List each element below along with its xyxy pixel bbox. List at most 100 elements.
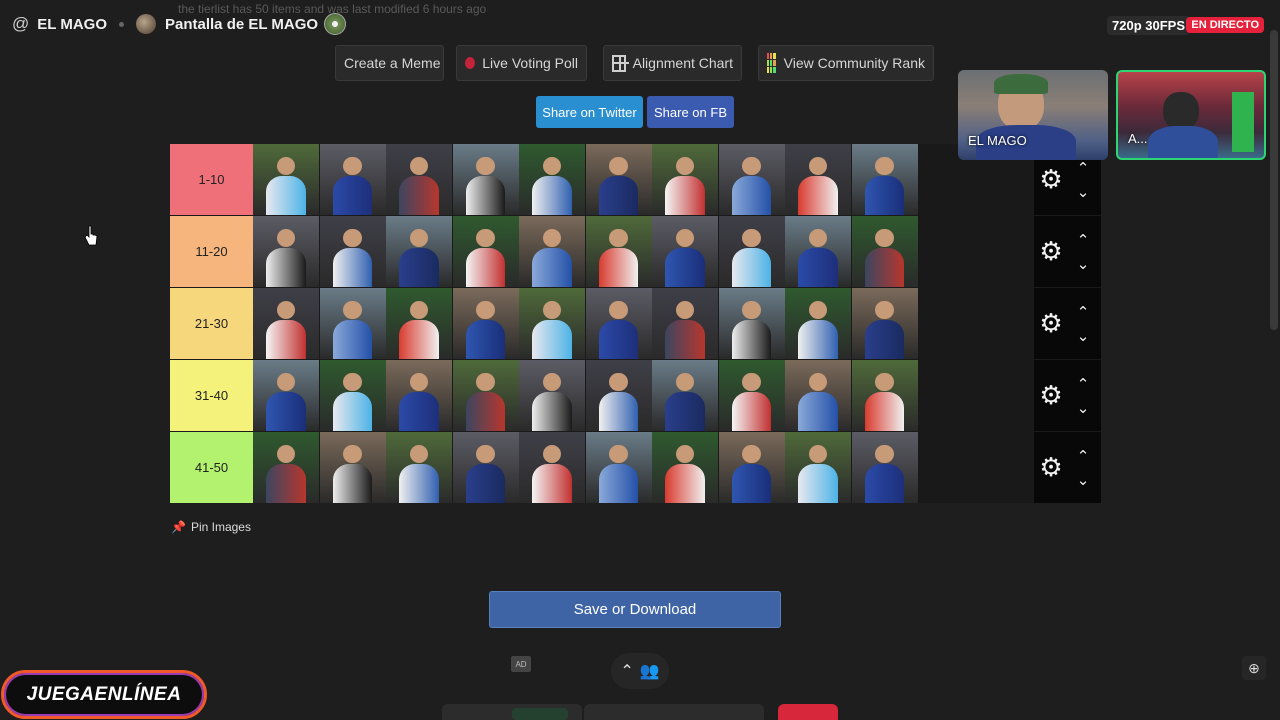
player-jersey — [465, 175, 506, 215]
channel-name[interactable]: EL MAGO — [37, 16, 107, 33]
player-image[interactable] — [319, 288, 386, 359]
player-image[interactable] — [253, 360, 319, 431]
save-download-button[interactable]: Save or Download — [489, 591, 781, 628]
alignment-chart-button[interactable]: Alignment Chart — [603, 45, 742, 81]
player-image[interactable] — [319, 360, 386, 431]
chevron-down-icon[interactable]: ⌄ — [1074, 473, 1092, 488]
badge-avatar-icon — [324, 13, 347, 35]
player-image[interactable] — [386, 144, 452, 215]
player-image[interactable] — [386, 360, 452, 431]
player-jersey — [465, 319, 506, 359]
leave-call-button[interactable] — [778, 704, 838, 720]
player-image[interactable] — [386, 288, 452, 359]
player-image[interactable] — [253, 432, 319, 503]
view-community-rank-button[interactable]: View Community Rank — [758, 45, 934, 81]
pin-images-toggle[interactable]: 📌 Pin Images — [171, 520, 251, 534]
player-image[interactable] — [452, 288, 519, 359]
player-jersey — [399, 391, 439, 431]
page-scrollbar[interactable] — [1270, 30, 1278, 330]
player-image[interactable] — [519, 216, 585, 287]
tier-label[interactable]: 21-30 — [170, 288, 253, 359]
player-image[interactable] — [519, 144, 585, 215]
player-image[interactable] — [585, 216, 652, 287]
player-image[interactable] — [452, 360, 519, 431]
player-jersey — [332, 463, 373, 503]
player-image[interactable] — [452, 144, 519, 215]
quality-badge: 720p 30FPS — [1107, 16, 1190, 35]
create-meme-label: Create a Meme — [344, 55, 441, 71]
live-voting-poll-button[interactable]: Live Voting Poll — [456, 45, 587, 81]
player-image[interactable] — [652, 288, 718, 359]
chevron-down-icon[interactable]: ⌄ — [1074, 257, 1092, 272]
player-image[interactable] — [718, 432, 785, 503]
chevron-up-icon[interactable]: ⌃ — [1074, 449, 1092, 464]
player-jersey — [465, 247, 506, 287]
tier-label[interactable]: 41-50 — [170, 432, 253, 503]
chevron-up-icon[interactable]: ⌃ — [1074, 161, 1092, 176]
zoom-icon[interactable]: ⊕ — [1242, 656, 1266, 680]
share-twitter-button[interactable]: Share on Twitter — [536, 96, 643, 128]
player-image[interactable] — [452, 432, 519, 503]
webcam-el-mago[interactable]: EL MAGO — [958, 70, 1108, 160]
player-jersey — [798, 463, 838, 503]
player-image[interactable] — [519, 360, 585, 431]
player-image[interactable] — [253, 216, 319, 287]
gear-icon[interactable]: ⚙ — [1038, 454, 1064, 480]
player-image[interactable] — [319, 144, 386, 215]
webcam-a[interactable]: A... — [1116, 70, 1266, 160]
player-image[interactable] — [718, 216, 785, 287]
player-image[interactable] — [652, 144, 718, 215]
player-image[interactable] — [785, 216, 851, 287]
player-image[interactable] — [452, 216, 519, 287]
player-image[interactable] — [253, 288, 319, 359]
player-jersey — [598, 175, 639, 215]
player-image[interactable] — [585, 432, 652, 503]
player-image[interactable] — [785, 144, 851, 215]
player-image[interactable] — [851, 360, 918, 431]
tier-label[interactable]: 11-20 — [170, 216, 253, 287]
player-image[interactable] — [519, 432, 585, 503]
player-image[interactable] — [652, 360, 718, 431]
tier-label[interactable]: 1-10 — [170, 144, 253, 215]
chevron-down-icon[interactable]: ⌄ — [1074, 329, 1092, 344]
player-image[interactable] — [851, 432, 918, 503]
gear-icon[interactable]: ⚙ — [1038, 310, 1064, 336]
chevron-up-icon[interactable]: ⌃ — [1074, 233, 1092, 248]
player-image[interactable] — [851, 144, 918, 215]
player-image[interactable] — [519, 288, 585, 359]
participants-toggle[interactable]: ⌃ 👥 — [611, 653, 669, 689]
player-image[interactable] — [785, 360, 851, 431]
gear-icon[interactable]: ⚙ — [1038, 166, 1064, 192]
player-image[interactable] — [386, 432, 452, 503]
bottom-controls-left[interactable] — [442, 704, 582, 720]
player-image[interactable] — [319, 432, 386, 503]
player-image[interactable] — [785, 432, 851, 503]
player-image[interactable] — [851, 288, 918, 359]
tier-row: 11-20 ⚙ ⌃ ⌄ — [170, 216, 1101, 287]
player-image[interactable] — [585, 144, 652, 215]
player-image[interactable] — [718, 360, 785, 431]
bottom-controls-middle[interactable] — [584, 704, 764, 720]
create-meme-button[interactable]: Create a Meme — [335, 45, 444, 81]
player-image[interactable] — [718, 144, 785, 215]
player-image[interactable] — [319, 216, 386, 287]
share-fb-button[interactable]: Share on FB — [647, 96, 734, 128]
gear-icon[interactable]: ⚙ — [1038, 382, 1064, 408]
player-image[interactable] — [851, 216, 918, 287]
chevron-down-icon[interactable]: ⌄ — [1074, 185, 1092, 200]
tier-label[interactable]: 31-40 — [170, 360, 253, 431]
player-jersey — [332, 319, 373, 359]
player-image[interactable] — [585, 360, 652, 431]
player-image[interactable] — [253, 144, 319, 215]
player-image[interactable] — [652, 432, 718, 503]
stream-header: @ EL MAGO Pantalla de EL MAGO — [0, 0, 1280, 48]
chevron-up-icon[interactable]: ⌃ — [1074, 377, 1092, 392]
chevron-down-icon[interactable]: ⌄ — [1074, 401, 1092, 416]
player-image[interactable] — [585, 288, 652, 359]
player-image[interactable] — [652, 216, 718, 287]
chevron-up-icon[interactable]: ⌃ — [1074, 305, 1092, 320]
gear-icon[interactable]: ⚙ — [1038, 238, 1064, 264]
player-image[interactable] — [386, 216, 452, 287]
player-image[interactable] — [785, 288, 851, 359]
player-image[interactable] — [718, 288, 785, 359]
